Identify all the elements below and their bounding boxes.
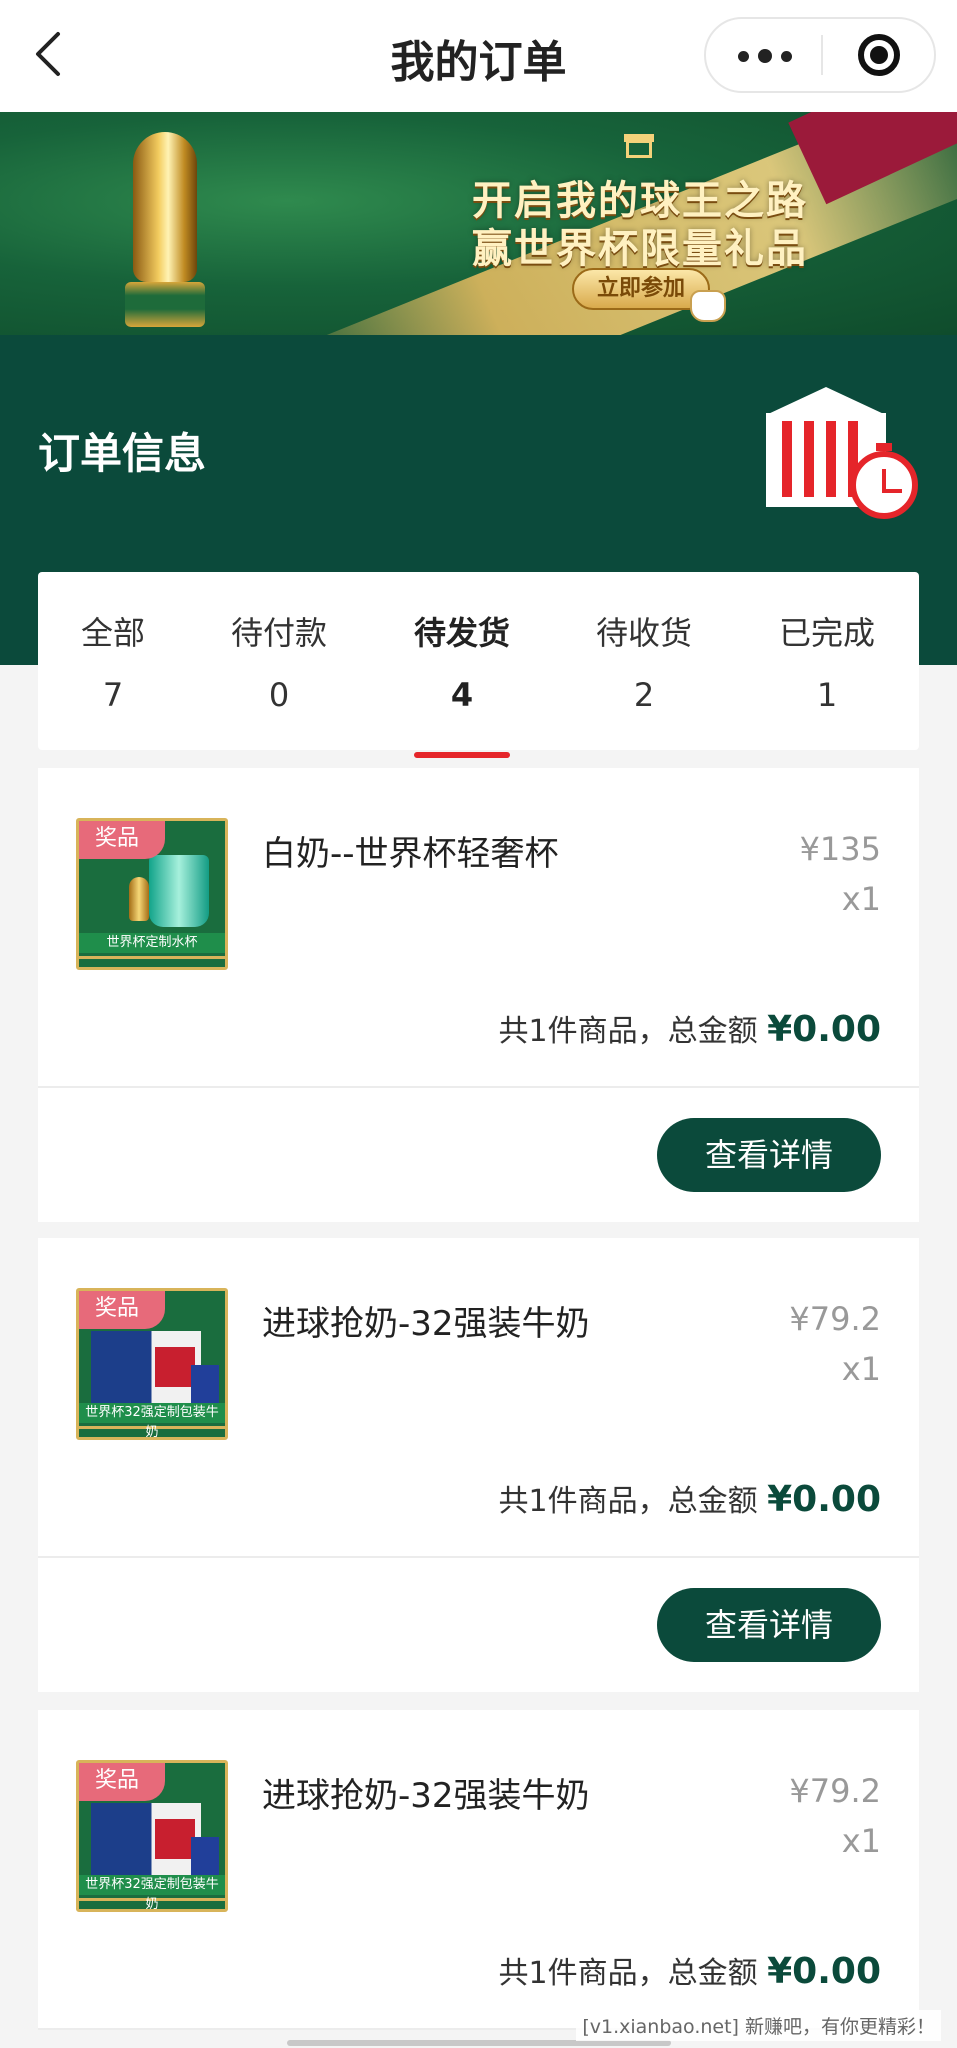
summary-label: 共1件商品，总金额: [498, 1484, 758, 1519]
product-title: 进球抢奶-32强装牛奶: [262, 1776, 590, 1816]
tab-label: 全部: [80, 614, 145, 652]
prize-badge: 奖品: [79, 1291, 165, 1329]
order-actions: 查看详情: [38, 1088, 919, 1222]
order-total-summary: 共1件商品，总金额 ¥0.00: [498, 1476, 881, 1520]
navbar: 我的订单: [0, 0, 957, 112]
order-card[interactable]: 世界杯32强定制包装牛奶 奖品 进球抢奶-32强装牛奶 ¥79.2 x1 共1件…: [38, 1238, 919, 1558]
order-summary: 世界杯定制水杯 奖品 白奶--世界杯轻奢杯 ¥135 x1 共1件商品，总金额 …: [38, 768, 919, 1086]
product-image-caption: 世界杯32强定制包装牛奶: [79, 1875, 225, 1909]
tab-count: 1: [816, 676, 838, 714]
prize-badge: 奖品: [79, 1763, 165, 1801]
gift-icon: [624, 132, 654, 158]
order-total-amount: ¥0.00: [767, 1951, 881, 1992]
order-card[interactable]: 世界杯32强定制包装牛奶 奖品 进球抢奶-32强装牛奶 ¥79.2 x1 共1件…: [38, 1710, 919, 2030]
product-image-caption: 世界杯定制水杯: [79, 933, 225, 953]
order-total-amount: ¥0.00: [767, 1479, 881, 1520]
tab-count: 4: [450, 676, 474, 714]
tab-label: 待发货: [413, 614, 510, 652]
tab-completed[interactable]: 已完成 1: [752, 572, 902, 750]
product-title: 白奶--世界杯轻奢杯: [262, 834, 559, 874]
product-image: 世界杯32强定制包装牛奶 奖品: [76, 1288, 228, 1440]
tab-label: 待收货: [595, 614, 692, 652]
tab-pending-shipment[interactable]: 待发货 4: [387, 572, 537, 750]
active-tab-indicator: [414, 752, 510, 758]
view-details-button[interactable]: 查看详情: [657, 1118, 881, 1192]
order-status-tabs: 全部 7 待付款 0 待发货 4 待收货 2 已完成 1: [38, 572, 919, 750]
product-quantity: x1: [841, 1822, 881, 1860]
order-total-summary: 共1件商品，总金额 ¥0.00: [498, 1948, 881, 1992]
summary-label: 共1件商品，总金额: [498, 1014, 758, 1049]
product-title: 进球抢奶-32强装牛奶: [262, 1304, 590, 1344]
order-actions: 查看详情: [38, 1558, 919, 1692]
tab-pending-payment[interactable]: 待付款 0: [204, 572, 354, 750]
mini-program-capsule: [704, 17, 936, 93]
tab-count: 2: [633, 676, 655, 714]
order-total-amount: ¥0.00: [767, 1009, 881, 1050]
product-quantity: x1: [841, 880, 881, 918]
tab-label: 已完成: [778, 614, 875, 652]
watermark: [v1.xianbao.net] 新赚吧，有你更精彩！: [576, 2010, 941, 2041]
promo-banner[interactable]: 开启我的球王之路 赢世界杯限量礼品 立即参加: [0, 112, 957, 335]
product-price: ¥135: [799, 830, 881, 868]
product-price: ¥79.2: [789, 1772, 881, 1810]
product-image: 世界杯定制水杯 奖品: [76, 818, 228, 970]
order-card[interactable]: 世界杯定制水杯 奖品 白奶--世界杯轻奢杯 ¥135 x1 共1件商品，总金额 …: [38, 768, 919, 1088]
banner-subheadline: 赢世界杯限量礼品: [472, 226, 808, 272]
order-total-summary: 共1件商品，总金额 ¥0.00: [498, 1006, 881, 1050]
package-clock-icon: [766, 387, 918, 527]
tab-label: 待付款: [230, 614, 327, 652]
prize-badge: 奖品: [79, 821, 165, 859]
order-summary: 世界杯32强定制包装牛奶 奖品 进球抢奶-32强装牛奶 ¥79.2 x1 共1件…: [38, 1238, 919, 1556]
tab-pending-receipt[interactable]: 待收货 2: [569, 572, 719, 750]
tab-count: 7: [102, 676, 124, 714]
pointer-hand-icon: [690, 290, 726, 322]
chevron-left-icon[interactable]: [30, 28, 70, 80]
tab-count: 0: [268, 676, 290, 714]
world-cup-trophy-icon: [125, 132, 205, 327]
summary-label: 共1件商品，总金额: [498, 1956, 758, 1991]
order-summary: 世界杯32强定制包装牛奶 奖品 进球抢奶-32强装牛奶 ¥79.2 x1 共1件…: [38, 1710, 919, 2028]
product-quantity: x1: [841, 1350, 881, 1388]
product-image: 世界杯32强定制包装牛奶 奖品: [76, 1760, 228, 1912]
section-title: 订单信息: [38, 429, 207, 478]
view-details-button[interactable]: 查看详情: [657, 1588, 881, 1662]
tab-all[interactable]: 全部 7: [38, 572, 188, 750]
product-image-caption: 世界杯32强定制包装牛奶: [79, 1403, 225, 1437]
target-icon[interactable]: [823, 19, 935, 91]
product-price: ¥79.2: [789, 1300, 881, 1338]
more-dots-icon[interactable]: [706, 19, 821, 91]
